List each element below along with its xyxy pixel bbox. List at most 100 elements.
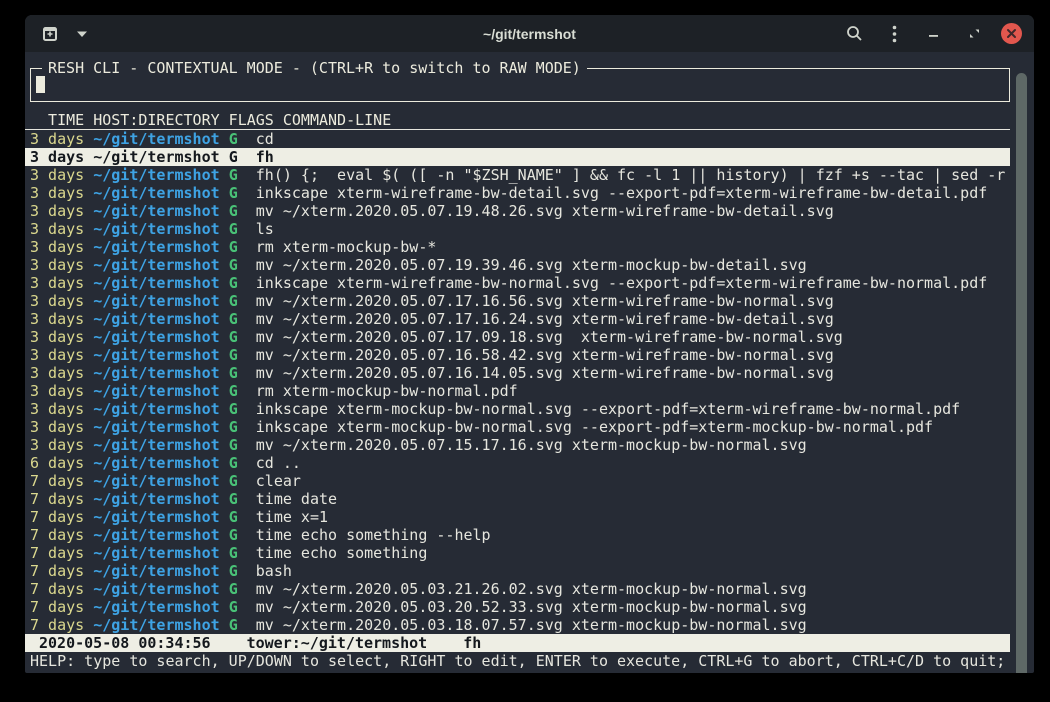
text-cursor bbox=[36, 76, 45, 93]
history-row[interactable]: 7 days ~/git/termshot G bash bbox=[25, 562, 1010, 580]
new-tab-button[interactable] bbox=[37, 21, 63, 47]
history-row[interactable]: 3 days ~/git/termshot G mv ~/xterm.2020.… bbox=[25, 310, 1010, 328]
restore-button[interactable] bbox=[961, 21, 987, 47]
history-row[interactable]: 7 days ~/git/termshot G time echo someth… bbox=[25, 544, 1010, 562]
status-command: fh bbox=[463, 634, 481, 652]
row-directory: ~/git/termshot bbox=[93, 418, 228, 436]
search-button[interactable] bbox=[841, 21, 867, 47]
history-row[interactable]: 7 days ~/git/termshot G clear bbox=[25, 472, 1010, 490]
row-directory: ~/git/termshot bbox=[93, 292, 228, 310]
history-row[interactable]: 3 days ~/git/termshot G ls bbox=[25, 220, 1010, 238]
status-bar: 2020-05-08 00:34:56tower:~/git/termshotf… bbox=[25, 634, 1010, 652]
row-time: 7 days bbox=[30, 580, 93, 598]
row-directory: ~/git/termshot bbox=[93, 202, 228, 220]
row-flags: G bbox=[229, 292, 256, 310]
row-flags: G bbox=[229, 508, 256, 526]
terminal-window: ~/git/termshot bbox=[25, 15, 1034, 673]
titlebar-right-controls bbox=[841, 21, 1022, 47]
history-row[interactable]: 7 days ~/git/termshot G time date bbox=[25, 490, 1010, 508]
history-row[interactable]: 3 days ~/git/termshot G mv ~/xterm.2020.… bbox=[25, 436, 1010, 454]
history-row[interactable]: 3 days ~/git/termshot G inkscape xterm-w… bbox=[25, 274, 1010, 292]
row-directory: ~/git/termshot bbox=[93, 310, 228, 328]
unmaximize-icon bbox=[968, 27, 981, 40]
history-row[interactable]: 7 days ~/git/termshot G mv ~/xterm.2020.… bbox=[25, 598, 1010, 616]
history-row[interactable]: 3 days ~/git/termshot G rm xterm-mockup-… bbox=[25, 238, 1010, 256]
row-time: 7 days bbox=[30, 508, 93, 526]
row-directory: ~/git/termshot bbox=[93, 598, 228, 616]
history-row[interactable]: 3 days ~/git/termshot G mv ~/xterm.2020.… bbox=[25, 346, 1010, 364]
history-row[interactable]: 7 days ~/git/termshot G time echo someth… bbox=[25, 526, 1010, 544]
tab-chooser-button[interactable] bbox=[69, 21, 95, 47]
row-command: mv ~/xterm.2020.05.07.17.16.56.svg xterm… bbox=[256, 292, 834, 310]
row-time: 7 days bbox=[30, 598, 93, 616]
row-time: 3 days bbox=[30, 436, 93, 454]
titlebar[interactable]: ~/git/termshot bbox=[25, 15, 1034, 52]
history-row[interactable]: 3 days ~/git/termshot G inkscape xterm-w… bbox=[25, 184, 1010, 202]
row-directory: ~/git/termshot bbox=[93, 256, 228, 274]
row-flags: G bbox=[229, 184, 256, 202]
history-row[interactable]: 3 days ~/git/termshot G inkscape xterm-m… bbox=[25, 400, 1010, 418]
history-row[interactable]: 3 days ~/git/termshot G mv ~/xterm.2020.… bbox=[25, 256, 1010, 274]
row-command: mv ~/xterm.2020.05.07.19.39.46.svg xterm… bbox=[256, 256, 807, 274]
row-directory: ~/git/termshot bbox=[93, 274, 228, 292]
history-table-header: TIME HOST:DIRECTORY FLAGS COMMAND-LINE bbox=[25, 112, 1010, 130]
row-time: 7 days bbox=[30, 544, 93, 562]
row-command: mv ~/xterm.2020.05.07.15.17.16.svg xterm… bbox=[256, 436, 807, 454]
resh-search-box[interactable]: RESH CLI - CONTEXTUAL MODE - (CTRL+R to … bbox=[30, 68, 1010, 102]
minimize-button[interactable] bbox=[921, 21, 947, 47]
history-row[interactable]: 7 days ~/git/termshot G time x=1 bbox=[25, 508, 1010, 526]
row-time: 3 days bbox=[30, 382, 93, 400]
row-flags: G bbox=[229, 130, 256, 148]
row-command: cd bbox=[256, 130, 274, 148]
history-row-selected[interactable]: 3 days ~/git/termshot G fh bbox=[25, 148, 1010, 166]
row-command: cd .. bbox=[256, 454, 301, 472]
row-flags: G bbox=[229, 562, 256, 580]
row-time: 3 days bbox=[30, 400, 93, 418]
menu-button[interactable] bbox=[881, 21, 907, 47]
row-time: 7 days bbox=[30, 490, 93, 508]
row-flags: G bbox=[229, 364, 256, 382]
row-time: 3 days bbox=[30, 310, 93, 328]
row-flags: G bbox=[229, 346, 256, 364]
row-time: 3 days bbox=[30, 220, 93, 238]
new-tab-terminal-plus-icon bbox=[41, 26, 59, 42]
row-directory: ~/git/termshot bbox=[93, 220, 228, 238]
row-command: mv ~/xterm.2020.05.07.19.48.26.svg xterm… bbox=[256, 202, 834, 220]
row-flags: G bbox=[229, 310, 256, 328]
row-flags: G bbox=[229, 418, 256, 436]
history-row[interactable]: 3 days ~/git/termshot G mv ~/xterm.2020.… bbox=[25, 202, 1010, 220]
row-directory: ~/git/termshot bbox=[93, 346, 228, 364]
desktop-background: ~/git/termshot bbox=[0, 0, 1050, 702]
kebab-menu-icon bbox=[892, 25, 897, 43]
row-time: 3 days bbox=[30, 202, 93, 220]
history-row[interactable]: 3 days ~/git/termshot G cd bbox=[25, 130, 1010, 148]
history-row[interactable]: 3 days ~/git/termshot G inkscape xterm-m… bbox=[25, 418, 1010, 436]
history-row[interactable]: 3 days ~/git/termshot G mv ~/xterm.2020.… bbox=[25, 292, 1010, 310]
row-flags: G bbox=[229, 544, 256, 562]
help-bar: HELP: type to search, UP/DOWN to select,… bbox=[25, 652, 1034, 670]
history-row[interactable]: 7 days ~/git/termshot G mv ~/xterm.2020.… bbox=[25, 580, 1010, 598]
history-row[interactable]: 3 days ~/git/termshot G fh() {; eval $( … bbox=[25, 166, 1010, 184]
row-command: bash bbox=[256, 562, 292, 580]
row-time: 3 days bbox=[30, 238, 93, 256]
row-time: 6 days bbox=[30, 454, 93, 472]
row-flags: G bbox=[229, 238, 256, 256]
scrollbar[interactable] bbox=[1016, 73, 1027, 673]
history-row[interactable]: 6 days ~/git/termshot G cd .. bbox=[25, 454, 1010, 472]
row-directory: ~/git/termshot bbox=[93, 130, 228, 148]
history-row[interactable]: 3 days ~/git/termshot G mv ~/xterm.2020.… bbox=[25, 328, 1010, 346]
row-time: 3 days bbox=[30, 274, 93, 292]
history-row[interactable]: 3 days ~/git/termshot G mv ~/xterm.2020.… bbox=[25, 364, 1010, 382]
history-row[interactable]: 7 days ~/git/termshot G mv ~/xterm.2020.… bbox=[25, 616, 1010, 634]
row-command: time x=1 bbox=[256, 508, 328, 526]
resh-search-box-title: RESH CLI - CONTEXTUAL MODE - (CTRL+R to … bbox=[42, 59, 587, 77]
history-row[interactable]: 3 days ~/git/termshot G rm xterm-mockup-… bbox=[25, 382, 1010, 400]
close-button[interactable] bbox=[1001, 23, 1022, 44]
row-time: 3 days bbox=[30, 328, 93, 346]
row-directory: ~/git/termshot bbox=[93, 400, 228, 418]
row-time: 3 days bbox=[30, 184, 93, 202]
terminal-body[interactable]: RESH CLI - CONTEXTUAL MODE - (CTRL+R to … bbox=[25, 68, 1034, 673]
row-command: inkscape xterm-mockup-bw-normal.svg --ex… bbox=[256, 418, 933, 436]
row-flags: G bbox=[229, 328, 256, 346]
minimize-icon bbox=[928, 28, 940, 40]
